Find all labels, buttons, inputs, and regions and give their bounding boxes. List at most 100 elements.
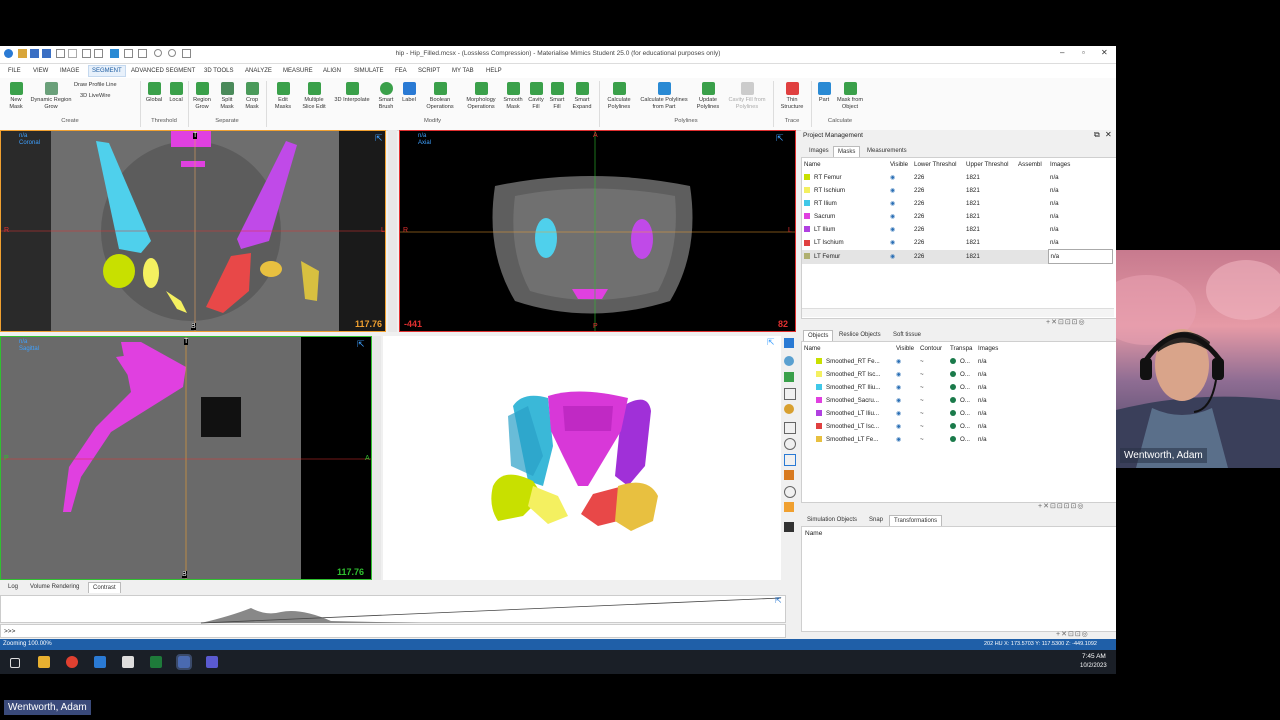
visibility-eye-icon[interactable]: ◉: [888, 250, 912, 264]
visibility-eye-icon[interactable]: ◉: [888, 223, 912, 236]
panel-undock-icon[interactable]: ⧉: [1094, 130, 1100, 140]
object-row[interactable]: Smoothed_LT Fe... ◉ ~ O... n/a: [802, 433, 1020, 446]
smart-expand-button[interactable]: Smart Expand: [569, 82, 595, 110]
cut-plane-icon[interactable]: [784, 470, 794, 480]
visibility-eye-icon[interactable]: ◉: [894, 394, 918, 407]
cavity-fill-button[interactable]: Cavity Fill: [525, 82, 547, 110]
col-visible[interactable]: Visible: [888, 158, 912, 171]
menu-segment[interactable]: SEGMENT: [88, 65, 126, 77]
object-row[interactable]: Smoothed_LT Iliu... ◉ ~ O... n/a: [802, 407, 1020, 420]
menu-measure[interactable]: MEASURE: [283, 68, 313, 74]
menu-my-tab[interactable]: MY TAB: [452, 68, 474, 74]
mask-row[interactable]: RT Ilium ◉ 226 1821 n/a: [802, 197, 1112, 210]
visibility-eye-icon[interactable]: ◉: [888, 210, 912, 223]
histogram-maximize-icon[interactable]: ⇱: [775, 596, 782, 605]
col-assembly[interactable]: Assembl: [1016, 158, 1048, 171]
col-name[interactable]: Name: [802, 158, 888, 171]
grid-icon[interactable]: [784, 338, 794, 348]
mask-row[interactable]: RT Ischium ◉ 226 1821 n/a: [802, 184, 1112, 197]
contour-icon[interactable]: ~: [918, 433, 948, 446]
tab-soft-tissue[interactable]: Soft tissue: [889, 330, 925, 340]
calculate-polylines-from-part-button[interactable]: Calculate Polylines from Part: [637, 82, 691, 110]
mask-row-selected[interactable]: LT Femur ◉ 226 1821 n/a: [802, 249, 1113, 264]
visibility-eye-icon[interactable]: ◉: [888, 171, 912, 184]
rotate-icon[interactable]: [784, 438, 796, 450]
col-upper-threshold[interactable]: Upper Threshol: [964, 158, 1016, 171]
col-lower-threshold[interactable]: Lower Threshol: [912, 158, 964, 171]
eye-icon[interactable]: [784, 486, 796, 498]
menu-align[interactable]: ALIGN: [323, 68, 341, 74]
global-threshold-button[interactable]: Global: [143, 82, 165, 104]
menu-help[interactable]: HELP: [486, 68, 502, 74]
col-transparency[interactable]: Transpa: [948, 342, 976, 355]
smooth-mask-button[interactable]: Smooth Mask: [502, 82, 524, 110]
smart-fill-button[interactable]: Smart Fill: [547, 82, 567, 110]
split-mask-button[interactable]: Split Mask: [215, 82, 239, 110]
axial-maximize-icon[interactable]: ⇱: [776, 133, 784, 144]
menu-analyze[interactable]: ANALYZE: [245, 68, 272, 74]
mask-row[interactable]: RT Femur ◉ 226 1821 n/a: [802, 171, 1112, 184]
windows-start-icon[interactable]: [10, 658, 20, 668]
contour-icon[interactable]: ~: [918, 420, 948, 433]
edit-masks-button[interactable]: Edit Masks: [270, 82, 296, 110]
contrast-histogram[interactable]: ⇱: [0, 595, 787, 624]
visibility-eye-icon[interactable]: ◉: [888, 197, 912, 210]
mask-from-object-button[interactable]: Mask from Object: [834, 82, 866, 110]
object-row[interactable]: Smoothed_RT Isc... ◉ ~ O... n/a: [802, 368, 1020, 381]
mask-row[interactable]: Sacrum ◉ 226 1821 n/a: [802, 210, 1112, 223]
visibility-eye-icon[interactable]: ◉: [894, 433, 918, 446]
visibility-eye-icon[interactable]: ◉: [888, 236, 912, 250]
python-console[interactable]: >>>: [0, 624, 786, 638]
tab-measurements[interactable]: Measurements: [863, 146, 911, 156]
visibility-eye-icon[interactable]: ◉: [894, 355, 918, 368]
3d-viewport[interactable]: ⇱: [383, 336, 781, 580]
contour-icon[interactable]: ~: [918, 355, 948, 368]
crosshair-icon[interactable]: [784, 502, 794, 512]
simulation-toolbar-icons[interactable]: +✕⊡⊡◎: [1056, 630, 1116, 639]
region-grow-button[interactable]: Region Grow: [190, 82, 214, 110]
calculate-polylines-button[interactable]: Calculate Polylines: [602, 82, 636, 110]
masks-horizontal-scrollbar[interactable]: [802, 308, 1114, 317]
coronal-scrollbar[interactable]: [388, 130, 397, 332]
smart-brush-button[interactable]: Smart Brush: [374, 82, 398, 110]
light-icon[interactable]: [784, 404, 794, 414]
visibility-eye-icon[interactable]: ◉: [894, 381, 918, 394]
new-mask-button[interactable]: New Mask: [4, 82, 28, 110]
object-row[interactable]: Smoothed_LT Isc... ◉ ~ O... n/a: [802, 420, 1020, 433]
sphere-icon[interactable]: [784, 356, 794, 366]
livewire-button[interactable]: 3D LiveWire: [80, 93, 136, 100]
tab-images[interactable]: Images: [805, 146, 833, 156]
layers-icon[interactable]: [784, 372, 794, 382]
sagittal-maximize-icon[interactable]: ⇱: [357, 339, 365, 350]
cube-icon[interactable]: [784, 454, 796, 466]
label-button[interactable]: Label: [399, 82, 419, 104]
close-button[interactable]: ✕: [1101, 48, 1108, 57]
tab-snap[interactable]: Snap: [865, 515, 887, 525]
visibility-eye-icon[interactable]: ◉: [894, 368, 918, 381]
warning-icon[interactable]: [784, 388, 796, 400]
vscode-icon[interactable]: [94, 656, 106, 668]
contrast-icon[interactable]: [784, 522, 794, 532]
menu-simulate[interactable]: SIMULATE: [354, 68, 384, 74]
menu-fea[interactable]: FEA: [395, 68, 407, 74]
visibility-eye-icon[interactable]: ◉: [888, 184, 912, 197]
transformations-name-header[interactable]: Name: [805, 530, 822, 537]
minimize-button[interactable]: –: [1060, 48, 1064, 57]
mask-row[interactable]: LT Ischium ◉ 226 1821 n/a: [802, 236, 1112, 250]
contour-icon[interactable]: ~: [918, 394, 948, 407]
3d-interpolate-button[interactable]: 3D Interpolate: [331, 82, 373, 104]
chrome-icon[interactable]: [66, 656, 78, 668]
contour-icon[interactable]: ~: [918, 381, 948, 394]
tab-volume-rendering[interactable]: Volume Rendering: [26, 582, 83, 592]
sagittal-scrollbar[interactable]: [372, 336, 381, 580]
tab-objects[interactable]: Objects: [803, 330, 834, 341]
mimics-taskbar-icon[interactable]: [176, 654, 192, 670]
draw-profile-line-button[interactable]: Draw Profile Line: [74, 82, 136, 89]
tab-reslice-objects[interactable]: Reslice Objects: [835, 330, 885, 340]
boolean-operations-button[interactable]: Boolean Operations: [421, 82, 459, 110]
menu-advanced-segment[interactable]: ADVANCED SEGMENT: [131, 68, 195, 74]
file-explorer-icon[interactable]: [38, 656, 50, 668]
tab-simulation-objects[interactable]: Simulation Objects: [803, 515, 861, 525]
notepad-icon[interactable]: [122, 656, 134, 668]
tab-contrast[interactable]: Contrast: [88, 582, 121, 593]
